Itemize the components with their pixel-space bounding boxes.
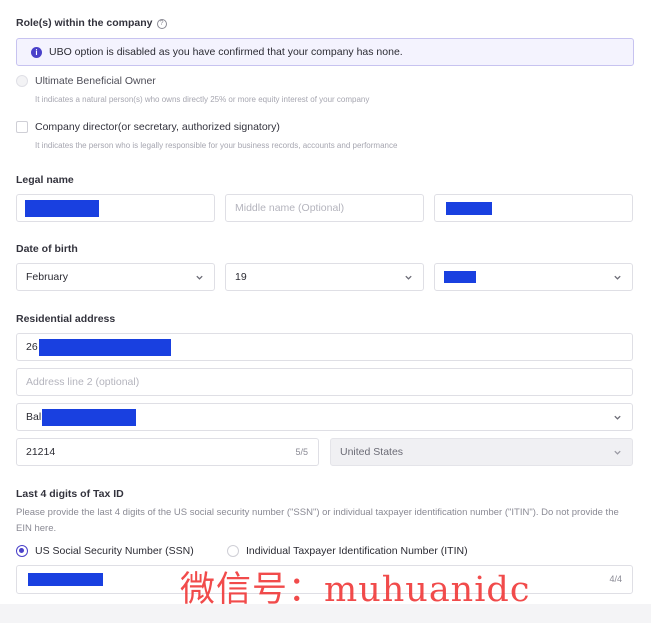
- redacted-first-name: [25, 199, 99, 217]
- dob-month-select[interactable]: February: [16, 263, 215, 291]
- chevron-down-icon: [614, 275, 621, 280]
- director-option-desc: It indicates the person who is legally r…: [35, 141, 398, 150]
- middle-name-placeholder: Middle name (Optional): [235, 202, 345, 214]
- radio-ssn[interactable]: US Social Security Number (SSN): [16, 545, 194, 557]
- zip-input[interactable]: 21214 5/5: [16, 438, 319, 466]
- redacted-tax-id: [28, 573, 103, 586]
- radio-itin-indicator[interactable]: [227, 545, 239, 557]
- legal-name-label: Legal name: [16, 174, 74, 186]
- city-select[interactable]: Bal: [16, 403, 633, 431]
- address-label: Residential address: [16, 313, 116, 325]
- dob-year-select[interactable]: [434, 263, 633, 291]
- dob-day-value: 19: [235, 271, 247, 283]
- dob-month-value: February: [26, 271, 69, 283]
- tax-id-help: Please provide the last 4 digits of the …: [16, 507, 619, 534]
- redacted-year: [444, 271, 476, 283]
- ubo-option-title: Ultimate Beneficial Owner: [35, 75, 156, 87]
- director-checkbox[interactable]: [16, 121, 28, 133]
- address-line1-prefix: 26: [26, 341, 38, 353]
- address-line1-input[interactable]: 26: [16, 333, 633, 361]
- chevron-down-icon: [614, 415, 621, 420]
- radio-itin-label: Individual Taxpayer Identification Numbe…: [246, 545, 468, 557]
- director-option-title[interactable]: Company director(or secretary, authorize…: [35, 121, 280, 133]
- tax-id-label: Last 4 digits of Tax ID: [16, 488, 124, 500]
- radio-itin[interactable]: Individual Taxpayer Identification Numbe…: [227, 545, 468, 557]
- city-prefix: Bal: [26, 411, 42, 423]
- chevron-down-icon: [196, 275, 203, 280]
- tax-id-counter: 4/4: [609, 574, 622, 584]
- last-name-input[interactable]: [434, 194, 633, 222]
- redacted-city: [42, 408, 137, 426]
- ubo-disabled-banner: i UBO option is disabled as you have con…: [16, 38, 634, 66]
- info-icon: i: [31, 46, 42, 58]
- address-line2-placeholder: Address line 2 (optional): [26, 376, 140, 388]
- country-select: United States: [330, 438, 633, 466]
- radio-ssn-indicator[interactable]: [16, 545, 28, 557]
- dob-label: Date of birth: [16, 243, 78, 255]
- first-name-input[interactable]: [16, 194, 215, 222]
- chevron-down-icon: [614, 450, 621, 455]
- dob-day-select[interactable]: 19: [225, 263, 424, 291]
- watermark-text: 微信号：muhuanidc: [180, 570, 531, 610]
- roles-label: Role(s) within the company?: [16, 17, 167, 29]
- chevron-down-icon: [405, 275, 412, 280]
- middle-name-input[interactable]: Middle name (Optional): [225, 194, 424, 222]
- redacted-address-line1: [38, 338, 171, 356]
- zip-value: 21214: [26, 446, 56, 458]
- radio-ssn-label: US Social Security Number (SSN): [35, 545, 194, 557]
- ubo-option-desc: It indicates a natural person(s) who own…: [35, 95, 370, 104]
- ubo-checkbox: [16, 75, 28, 87]
- question-circle-icon[interactable]: ?: [156, 19, 167, 29]
- address-line2-input[interactable]: Address line 2 (optional): [16, 368, 633, 396]
- redacted-last-name: [446, 201, 492, 215]
- country-value: United States: [340, 446, 404, 458]
- banner-text: UBO option is disabled as you have confi…: [49, 46, 403, 58]
- zip-counter: 5/5: [295, 447, 308, 457]
- roles-label-text: Role(s) within the company: [16, 17, 153, 29]
